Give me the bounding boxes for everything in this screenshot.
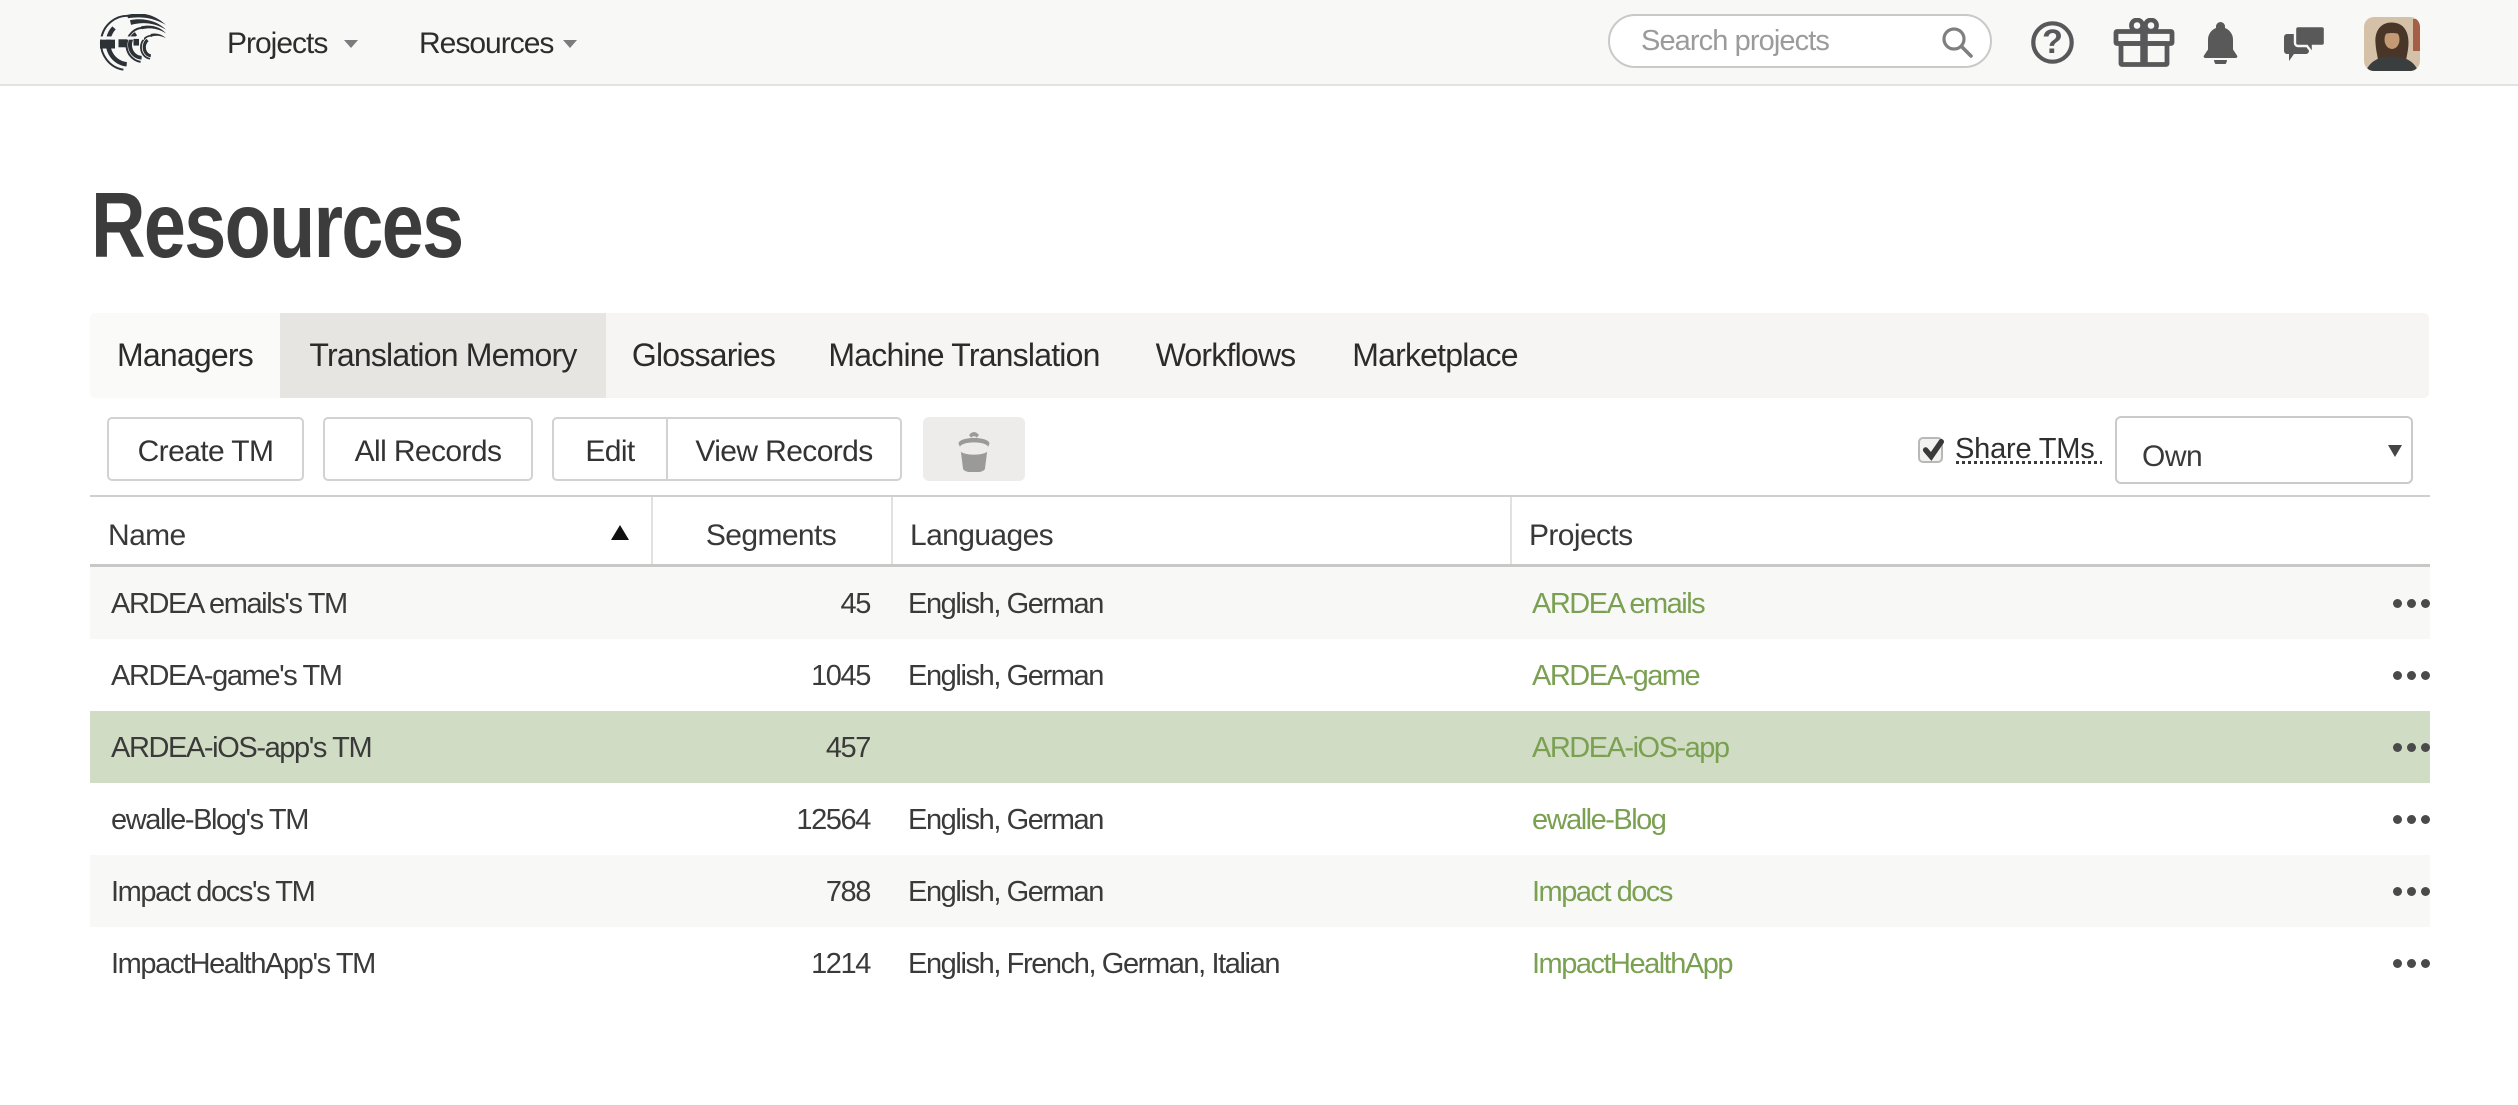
svg-text:?: ? bbox=[2042, 23, 2063, 61]
